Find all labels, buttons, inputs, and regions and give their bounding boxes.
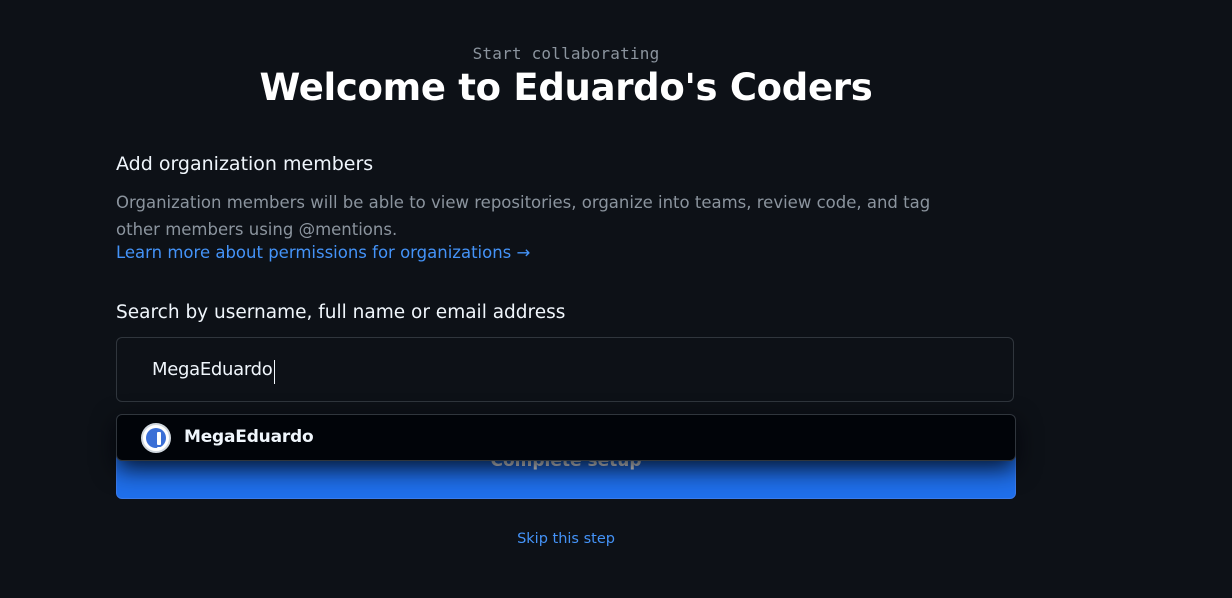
- suggestion-item[interactable]: MegaEduardo: [117, 415, 1015, 460]
- user-suggestions-dropdown: MegaEduardo: [116, 414, 1016, 461]
- user-avatar: [141, 423, 171, 453]
- exclamation-avatar-icon: [146, 428, 166, 451]
- search-input[interactable]: [152, 338, 972, 401]
- search-label: Search by username, full name or email a…: [116, 302, 566, 323]
- section-heading: Add organization members: [116, 153, 374, 175]
- search-field[interactable]: [116, 337, 1014, 402]
- text-cursor: [274, 360, 275, 384]
- section-description: Organization members will be able to vie…: [116, 193, 931, 239]
- learn-more-permissions-link[interactable]: Learn more about permissions for organiz…: [116, 243, 530, 262]
- org-setup-page: Start collaborating Welcome to Eduardo's…: [0, 0, 1232, 598]
- suggestion-username: MegaEduardo: [184, 427, 314, 447]
- page-eyebrow: Start collaborating: [472, 44, 660, 63]
- skip-step-link[interactable]: Skip this step: [0, 531, 1132, 547]
- page-title: Welcome to Eduardo's Coders: [259, 66, 873, 109]
